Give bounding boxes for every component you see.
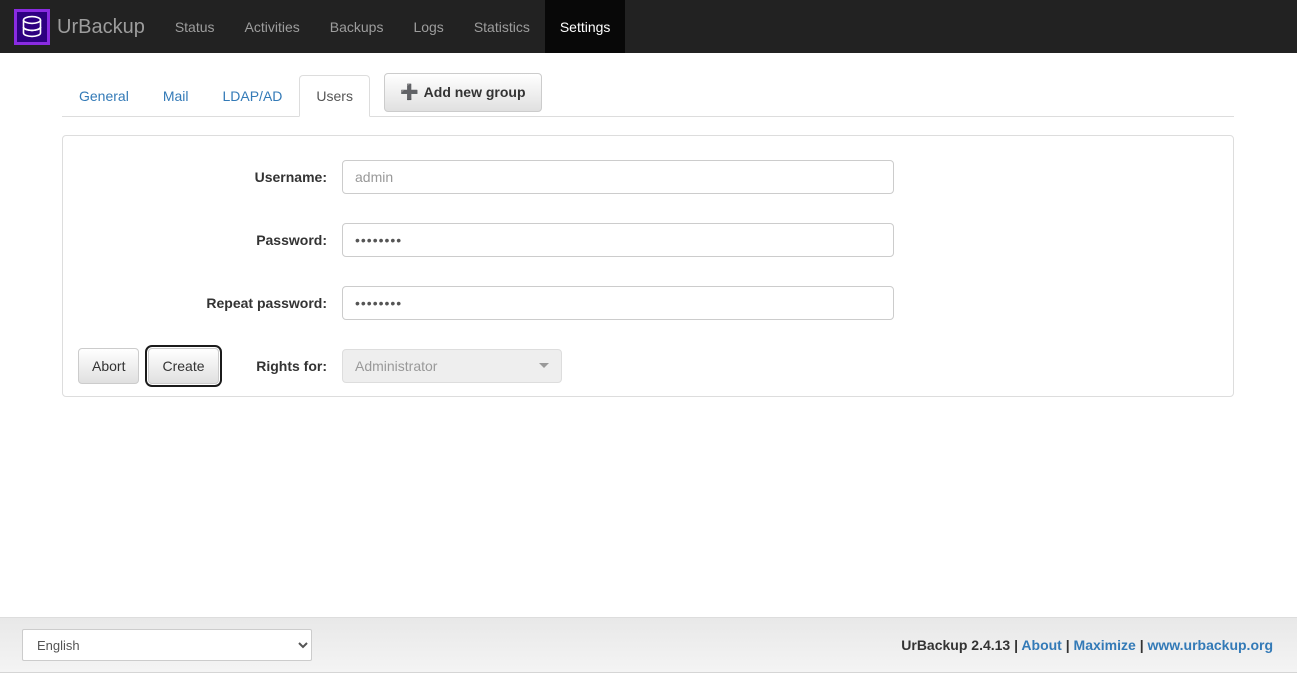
- chevron-down-icon: [539, 363, 549, 368]
- version-label: UrBackup 2.4.13: [901, 637, 1011, 653]
- page-footer: English UrBackup 2.4.13 | About | Maximi…: [0, 617, 1297, 673]
- nav-items-list: Status Activities Backups Logs Statistic…: [160, 0, 626, 53]
- tab-users[interactable]: Users: [299, 75, 370, 117]
- maximize-link[interactable]: Maximize: [1074, 637, 1136, 653]
- nav-item-status[interactable]: Status: [160, 0, 230, 53]
- repeat-password-input[interactable]: [342, 285, 894, 320]
- password-input[interactable]: [342, 222, 894, 257]
- nav-item-settings[interactable]: Settings: [544, 0, 626, 53]
- tab-li-ldap-ad: LDAP/AD: [205, 75, 299, 116]
- password-label: Password:: [256, 231, 327, 248]
- nav-li-settings: Settings: [544, 0, 626, 53]
- footer-info: UrBackup 2.4.13 | About | Maximize | www…: [901, 637, 1273, 653]
- settings-tabs-container: General Mail LDAP/AD Users ➕ Add new grou…: [62, 63, 1234, 117]
- nav-li-activities: Activities: [230, 0, 315, 53]
- top-navbar: UrBackup Status Activities Backups Logs …: [0, 0, 1297, 53]
- username-input[interactable]: [342, 159, 894, 194]
- brand-label: UrBackup: [57, 15, 145, 38]
- language-select[interactable]: English: [22, 629, 312, 661]
- plus-icon: ➕: [399, 84, 419, 101]
- nav-li-statistics: Statistics: [459, 0, 545, 53]
- tab-li-mail: Mail: [146, 75, 206, 116]
- nav-li-status: Status: [160, 0, 230, 53]
- add-new-group-label: Add new group: [423, 84, 526, 100]
- tab-li-general: General: [62, 75, 146, 116]
- nav-item-logs[interactable]: Logs: [398, 0, 458, 53]
- about-link[interactable]: About: [1021, 637, 1061, 653]
- repeat-password-label: Repeat password:: [206, 294, 327, 311]
- tab-ldap-ad[interactable]: LDAP/AD: [205, 75, 299, 117]
- nav-item-activities[interactable]: Activities: [230, 0, 315, 53]
- form-actions: Abort Create: [78, 345, 222, 387]
- form-row-username: Username:: [63, 152, 1233, 201]
- nav-item-statistics[interactable]: Statistics: [459, 0, 545, 53]
- nav-item-backups[interactable]: Backups: [315, 0, 399, 53]
- nav-li-backups: Backups: [315, 0, 399, 53]
- tab-general[interactable]: General: [62, 75, 146, 117]
- footer-separator-3: |: [1139, 637, 1144, 653]
- abort-button[interactable]: Abort: [78, 348, 140, 384]
- form-row-password: Password:: [63, 215, 1233, 264]
- create-button[interactable]: Create: [145, 345, 222, 387]
- settings-tabs: General Mail LDAP/AD Users ➕ Add new grou…: [62, 63, 1234, 117]
- database-cylinder-icon: [14, 8, 50, 45]
- rights-for-select[interactable]: Administrator: [342, 348, 562, 383]
- brand-home-link[interactable]: UrBackup: [0, 0, 160, 53]
- footer-separator-1: |: [1014, 637, 1019, 653]
- add-new-group-button[interactable]: ➕ Add new group: [383, 73, 542, 112]
- rights-for-value: Administrator: [355, 357, 438, 374]
- tab-li-users: Users: [299, 75, 370, 117]
- username-label: Username:: [254, 168, 327, 185]
- form-row-repeat-password: Repeat password:: [63, 278, 1233, 327]
- website-link[interactable]: www.urbackup.org: [1148, 637, 1274, 653]
- tab-li-add-group: ➕ Add new group: [370, 73, 542, 116]
- user-create-panel: Username: Password: Repeat password: Rig…: [62, 135, 1234, 397]
- footer-separator-2: |: [1065, 637, 1070, 653]
- nav-li-logs: Logs: [398, 0, 458, 53]
- tab-mail[interactable]: Mail: [146, 75, 206, 117]
- form-row-rights-for: Rights for: Administrator: [63, 341, 1233, 390]
